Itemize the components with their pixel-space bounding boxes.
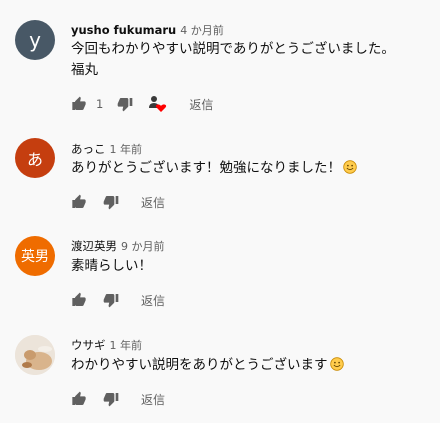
comment-actions: 1 返信 bbox=[71, 95, 213, 113]
smiling-face-emoji bbox=[343, 160, 357, 174]
comment-actions: 返信 bbox=[71, 390, 165, 408]
thumbs-up-icon[interactable] bbox=[71, 194, 87, 210]
comment-header: ウサギ 1 年前 bbox=[71, 337, 142, 353]
avatar[interactable]: y bbox=[15, 20, 55, 60]
creator-heart-badge bbox=[147, 95, 167, 113]
comment-time[interactable]: 1 年前 bbox=[110, 143, 143, 156]
creator-heart-icon bbox=[149, 96, 167, 112]
comment-time[interactable]: 1 年前 bbox=[110, 339, 143, 352]
comment-header: あっこ 1 年前 bbox=[71, 141, 142, 157]
like-count: 1 bbox=[96, 97, 104, 111]
reply-button[interactable]: 返信 bbox=[141, 391, 165, 408]
comment-line: わかりやすい説明をありがとうございます bbox=[71, 357, 328, 373]
avatar-letter: y bbox=[29, 28, 41, 52]
comment-actions: 返信 bbox=[71, 291, 165, 309]
reply-button[interactable]: 返信 bbox=[141, 292, 165, 309]
author-name[interactable]: yusho fukumaru bbox=[71, 23, 176, 37]
avatar[interactable]: あ bbox=[15, 138, 55, 178]
comment-text: 今回もわかりやすい説明でありがとうございました。 福丸 bbox=[71, 39, 395, 81]
avatar[interactable] bbox=[15, 335, 55, 375]
author-name[interactable]: ウサギ bbox=[71, 338, 106, 352]
comment-line: 福丸 bbox=[71, 62, 98, 78]
rabbit-photo-icon bbox=[15, 335, 55, 375]
comment-text: 素晴らしい！ bbox=[71, 256, 152, 277]
reply-button[interactable]: 返信 bbox=[189, 96, 213, 113]
avatar-letter: あ bbox=[26, 150, 43, 169]
thumbs-up-icon[interactable] bbox=[71, 96, 87, 112]
avatar[interactable]: 英男 bbox=[15, 236, 55, 276]
avatar-letter: 英男 bbox=[21, 249, 49, 265]
comment-header: yusho fukumaru 4 か月前 bbox=[71, 22, 224, 38]
author-name[interactable]: あっこ bbox=[71, 142, 106, 156]
author-name[interactable]: 渡辺英男 bbox=[71, 239, 117, 253]
smiling-face-emoji bbox=[330, 357, 344, 371]
comment-header: 渡辺英男 9 か月前 bbox=[71, 238, 165, 254]
thumbs-down-icon[interactable] bbox=[117, 96, 133, 112]
thumbs-down-icon[interactable] bbox=[103, 194, 119, 210]
thumbs-up-icon[interactable] bbox=[71, 391, 87, 407]
comment-line: 素晴らしい！ bbox=[71, 258, 152, 274]
comment-time[interactable]: 9 か月前 bbox=[121, 240, 165, 253]
thumbs-up-icon[interactable] bbox=[71, 292, 87, 308]
thumbs-down-icon[interactable] bbox=[103, 391, 119, 407]
thumbs-down-icon[interactable] bbox=[103, 292, 119, 308]
comment-line: ありがとうございます！勉強になりました！ bbox=[71, 160, 341, 176]
comment-time[interactable]: 4 か月前 bbox=[180, 24, 224, 37]
comment-line: 今回もわかりやすい説明でありがとうございました。 bbox=[71, 41, 395, 57]
comment-actions: 返信 bbox=[71, 193, 165, 211]
comment-text: ありがとうございます！勉強になりました！ bbox=[71, 158, 357, 179]
comment-text: わかりやすい説明をありがとうございます bbox=[71, 355, 344, 376]
reply-button[interactable]: 返信 bbox=[141, 194, 165, 211]
